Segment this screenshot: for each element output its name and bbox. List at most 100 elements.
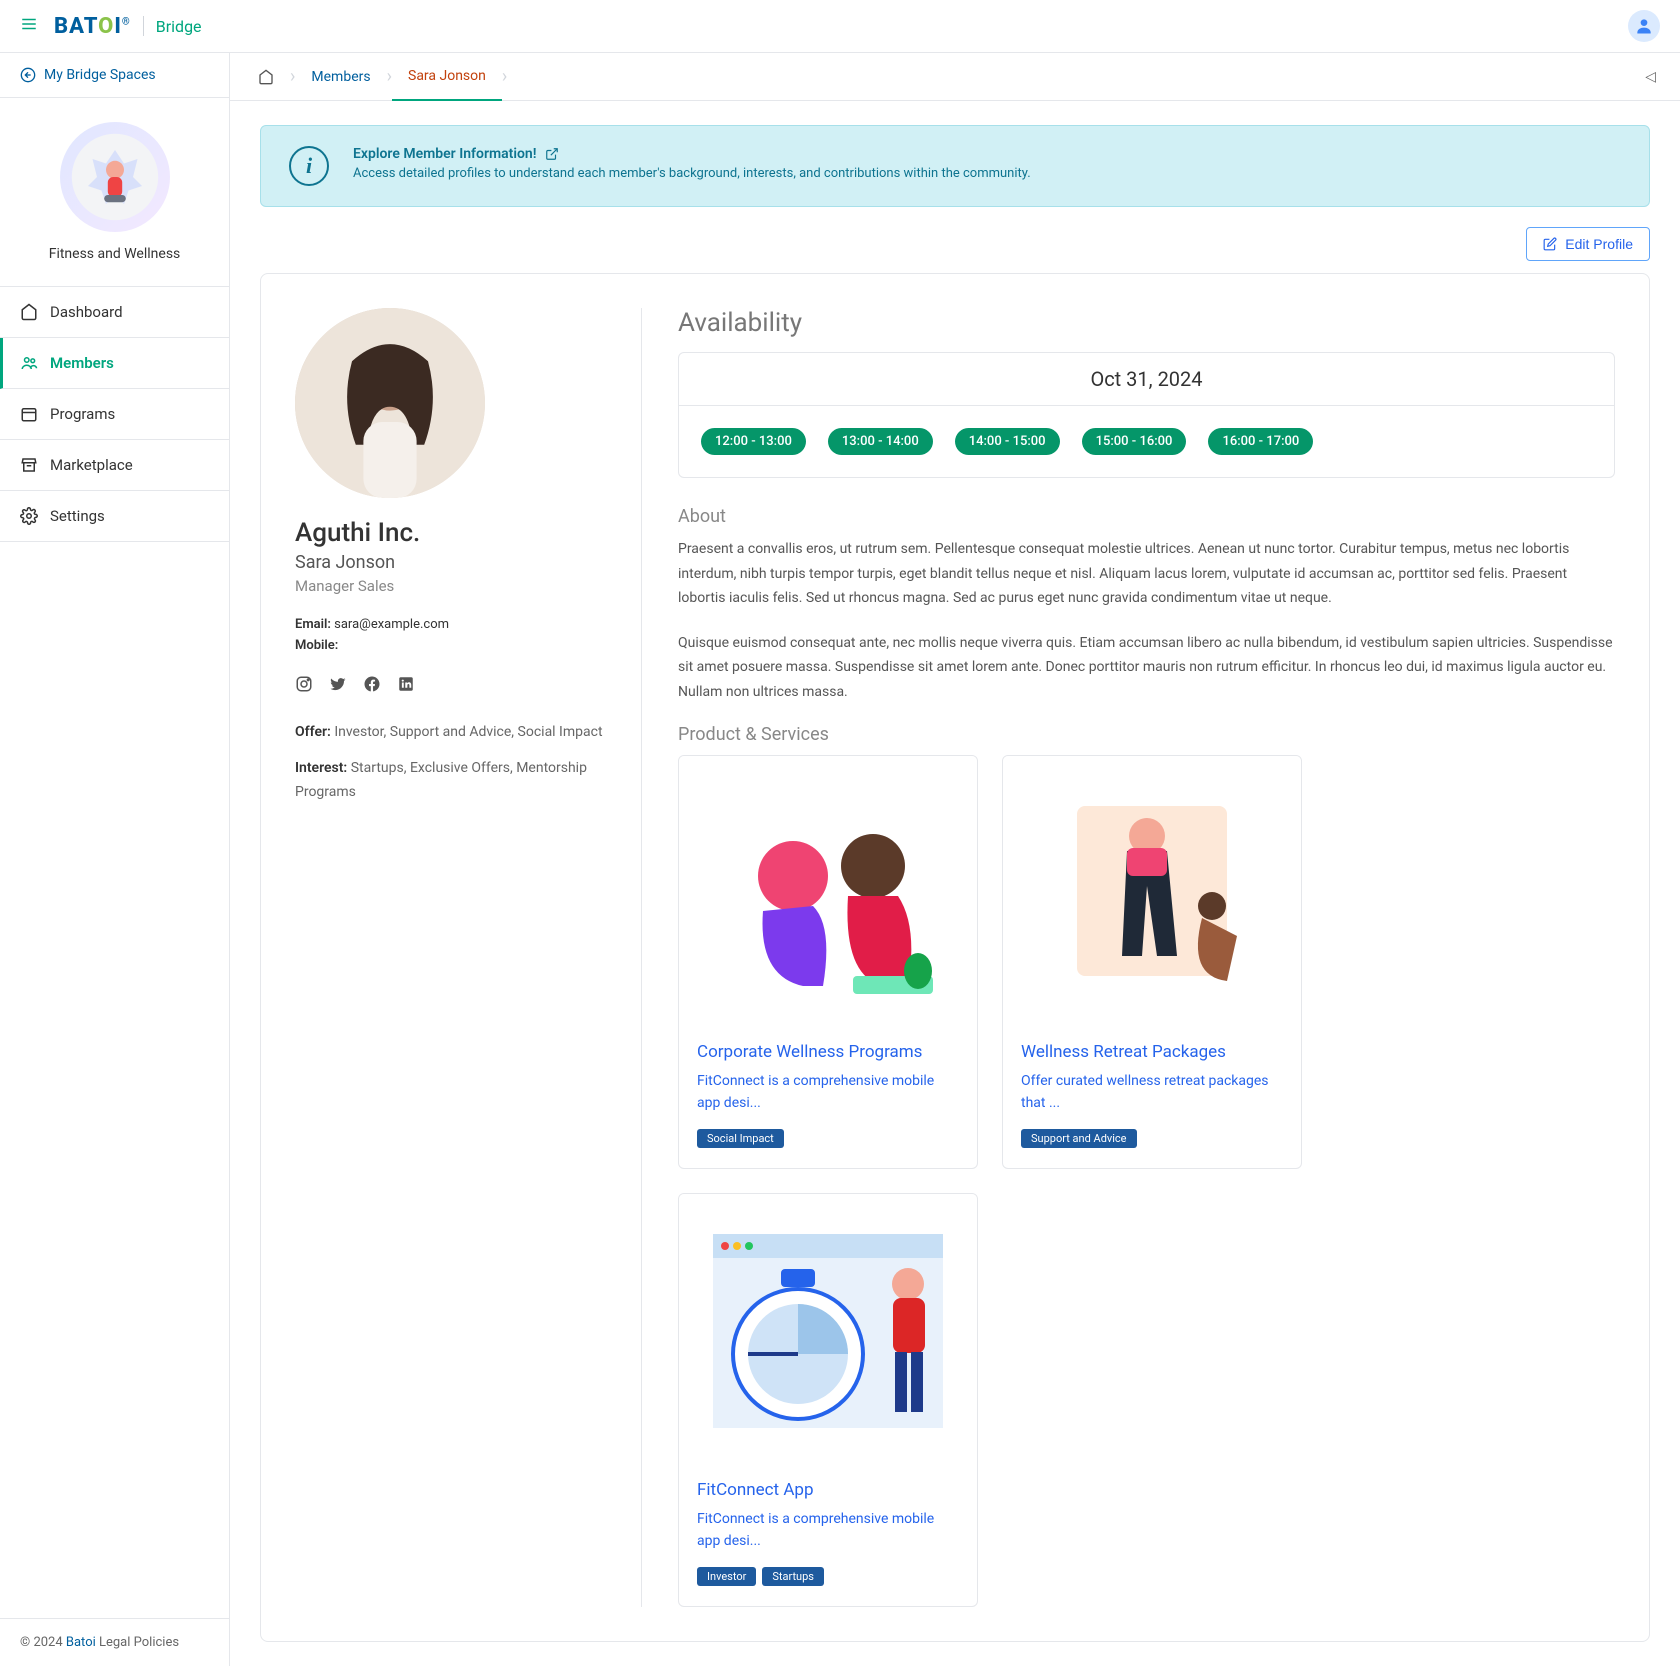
product-card[interactable]: Corporate Wellness Programs FitConnect i…	[678, 755, 978, 1169]
sidebar-nav: Dashboard Members Programs Marketplace S…	[0, 287, 229, 542]
person-name: Sara Jonson	[295, 552, 605, 573]
tag: Social Impact	[697, 1129, 784, 1148]
product-desc: FitConnect is a comprehensive mobile app…	[697, 1508, 959, 1553]
sidebar-item-label: Dashboard	[50, 303, 123, 321]
actions-bar: Edit Profile	[260, 227, 1650, 261]
product-tags: Social Impact	[697, 1129, 959, 1148]
tag: Investor	[697, 1567, 756, 1586]
gear-icon	[20, 507, 38, 525]
topbar-left: BATOI® Bridge	[20, 14, 202, 39]
edit-icon	[1543, 237, 1557, 251]
space-avatar	[60, 122, 170, 232]
product-tags: Support and Advice	[1021, 1129, 1283, 1148]
footer: © 2024 Batoi Legal Policies	[0, 1618, 229, 1666]
space-name: Fitness and Wellness	[12, 246, 217, 262]
instagram-icon[interactable]	[295, 675, 313, 693]
back-label: My Bridge Spaces	[44, 67, 156, 83]
about-p1: Praesent a convallis eros, ut rutrum sem…	[678, 537, 1615, 611]
products-grid: Corporate Wellness Programs FitConnect i…	[678, 755, 1615, 1607]
breadcrumb-members[interactable]: Members	[295, 53, 386, 101]
product-card[interactable]: Wellness Retreat Packages Offer curated …	[1002, 755, 1302, 1169]
sidebar-item-dashboard[interactable]: Dashboard	[0, 287, 229, 338]
topbar: BATOI® Bridge	[0, 0, 1680, 53]
breadcrumb-current: Sara Jonson	[392, 53, 502, 101]
product-title: FitConnect App	[697, 1480, 959, 1500]
tag: Support and Advice	[1021, 1129, 1137, 1148]
tag: Startups	[762, 1567, 824, 1586]
about-heading: About	[678, 506, 1615, 527]
chevron-right-icon: ›	[502, 66, 507, 87]
hamburger-icon[interactable]	[20, 15, 38, 37]
footer-link[interactable]: Batoi	[66, 1635, 96, 1650]
social-links	[295, 675, 605, 693]
person-role: Manager Sales	[295, 577, 605, 595]
back-to-spaces[interactable]: My Bridge Spaces	[0, 53, 229, 98]
time-slot[interactable]: 14:00 - 15:00	[955, 428, 1060, 455]
sidebar-item-label: Marketplace	[50, 456, 133, 474]
product-desc: FitConnect is a comprehensive mobile app…	[697, 1070, 959, 1115]
time-slot[interactable]: 16:00 - 17:00	[1208, 428, 1313, 455]
product-title: Wellness Retreat Packages	[1021, 1042, 1283, 1062]
company-name: Aguthi Inc.	[295, 518, 605, 548]
product-image	[679, 756, 977, 1026]
home-icon	[258, 69, 274, 85]
info-icon: i	[289, 146, 329, 186]
edit-profile-button[interactable]: Edit Profile	[1526, 227, 1650, 261]
sidebar-item-programs[interactable]: Programs	[0, 389, 229, 440]
sidebar-item-marketplace[interactable]: Marketplace	[0, 440, 229, 491]
calendar-icon	[20, 405, 38, 423]
availability-slots: 12:00 - 13:00 13:00 - 14:00 14:00 - 15:0…	[679, 406, 1614, 477]
linkedin-icon[interactable]	[397, 675, 415, 693]
profile-card: Aguthi Inc. Sara Jonson Manager Sales Em…	[260, 273, 1650, 1642]
product-tags: Investor Startups	[697, 1567, 959, 1586]
breadcrumb: › Members › Sara Jonson › ◁	[230, 53, 1680, 101]
home-icon	[20, 303, 38, 321]
logo[interactable]: BATOI® Bridge	[54, 14, 202, 39]
breadcrumb-home[interactable]	[242, 53, 290, 101]
external-link-icon[interactable]	[545, 147, 559, 161]
interest-row: Interest: Startups, Exclusive Offers, Me…	[295, 757, 605, 805]
product-image	[1003, 756, 1301, 1026]
sidebar-item-label: Programs	[50, 405, 115, 423]
user-avatar[interactable]	[1628, 10, 1660, 42]
product-card[interactable]: FitConnect App FitConnect is a comprehen…	[678, 1193, 978, 1607]
sidebar-item-settings[interactable]: Settings	[0, 491, 229, 542]
main: › Members › Sara Jonson › ◁ i Explore Me…	[230, 53, 1680, 1666]
content: i Explore Member Information! Access det…	[230, 101, 1680, 1666]
sidebar: My Bridge Spaces Fitness and Wellness Da…	[0, 53, 230, 1666]
twitter-icon[interactable]	[329, 675, 347, 693]
sidebar-item-members[interactable]: Members	[0, 338, 229, 389]
product-desc: Offer curated wellness retreat packages …	[1021, 1070, 1283, 1115]
offer-row: Offer: Investor, Support and Advice, Soc…	[295, 721, 605, 745]
logo-subtitle: Bridge	[156, 17, 202, 36]
info-content: Explore Member Information! Access detai…	[353, 146, 1621, 181]
store-icon	[20, 456, 38, 474]
time-slot[interactable]: 12:00 - 13:00	[701, 428, 806, 455]
facebook-icon[interactable]	[363, 675, 381, 693]
availability-box: Oct 31, 2024 12:00 - 13:00 13:00 - 14:00…	[678, 352, 1615, 478]
products-heading: Product & Services	[678, 724, 1615, 745]
availability-heading: Availability	[678, 308, 1615, 338]
profile-photo	[295, 308, 485, 498]
breadcrumb-left: › Members › Sara Jonson ›	[242, 53, 507, 101]
time-slot[interactable]: 13:00 - 14:00	[828, 428, 933, 455]
about-p2: Quisque euismod consequat ante, nec moll…	[678, 631, 1615, 705]
space-card: Fitness and Wellness	[0, 98, 229, 287]
mobile-row: Mobile:	[295, 638, 605, 653]
sidebar-item-label: Settings	[50, 507, 105, 525]
info-text: Access detailed profiles to understand e…	[353, 166, 1621, 181]
profile-left: Aguthi Inc. Sara Jonson Manager Sales Em…	[295, 308, 605, 1607]
product-title: Corporate Wellness Programs	[697, 1042, 959, 1062]
logo-divider	[143, 16, 144, 36]
availability-date: Oct 31, 2024	[679, 353, 1614, 406]
info-title: Explore Member Information!	[353, 146, 1621, 162]
email-row: Email: sara@example.com	[295, 617, 605, 632]
profile-right: Availability Oct 31, 2024 12:00 - 13:00 …	[641, 308, 1615, 1607]
info-banner: i Explore Member Information! Access det…	[260, 125, 1650, 207]
users-icon	[20, 354, 38, 372]
time-slot[interactable]: 15:00 - 16:00	[1082, 428, 1187, 455]
logo-text: BATOI®	[54, 14, 131, 39]
product-image	[679, 1194, 977, 1464]
collapse-icon[interactable]: ◁	[1633, 69, 1668, 85]
sidebar-item-label: Members	[50, 354, 114, 372]
